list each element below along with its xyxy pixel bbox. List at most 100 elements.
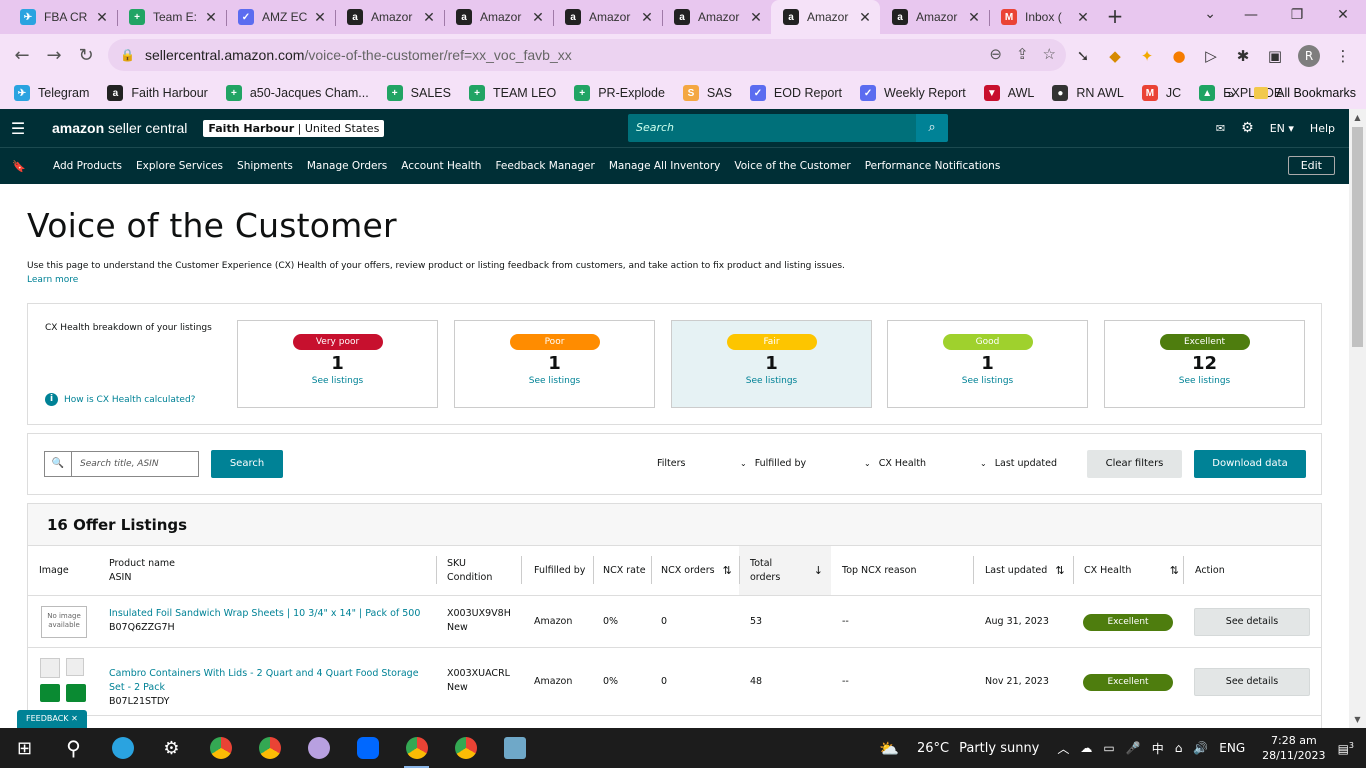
share-icon[interactable]: ⇪	[1016, 45, 1029, 63]
sort-icon[interactable]: ⇅	[1055, 564, 1064, 577]
settings-gear-icon[interactable]: ⚙	[1241, 120, 1254, 136]
settings-icon[interactable]: ⚙	[147, 728, 196, 768]
notifications-icon[interactable]: ▤3	[1338, 741, 1354, 756]
cx-card[interactable]: Poor 1 See listings	[454, 320, 655, 408]
restore-button[interactable]: ❐	[1274, 0, 1320, 30]
all-bookmarks[interactable]: All Bookmarks	[1276, 86, 1356, 100]
edit-button[interactable]: Edit	[1287, 156, 1335, 175]
close-tab-icon[interactable]: ✕	[95, 9, 109, 26]
close-tab-icon[interactable]: ✕	[967, 9, 981, 26]
nav-link[interactable]: Shipments	[237, 160, 293, 172]
nav-link[interactable]: Performance Notifications	[865, 160, 1001, 172]
close-tab-icon[interactable]: ✕	[422, 9, 436, 26]
chrome-menu-icon[interactable]: ⋮	[1334, 47, 1352, 65]
lock-icon[interactable]: 🔒	[120, 48, 135, 62]
product-image[interactable]	[40, 658, 88, 704]
nav-link[interactable]: Feedback Manager	[495, 160, 594, 172]
tab-search-icon[interactable]: ⌄	[1204, 6, 1216, 22]
browser-tab[interactable]: a Amazor ✕	[880, 0, 989, 34]
ime-icon[interactable]: 中	[1152, 740, 1164, 757]
bookmark-item[interactable]: ● RN AWL	[1052, 85, 1124, 101]
chrome-icon[interactable]	[245, 728, 294, 768]
volume-icon[interactable]: 🔊	[1193, 741, 1208, 755]
extensions-puzzle-icon[interactable]: ✱	[1234, 47, 1252, 65]
language-selector[interactable]: EN ▾	[1270, 122, 1294, 135]
bookmark-item[interactable]: + PR-Explode	[574, 85, 665, 101]
close-tab-icon[interactable]: ✕	[531, 9, 545, 26]
cx-card[interactable]: Good 1 See listings	[887, 320, 1088, 408]
weather-temp[interactable]: 26°C	[917, 741, 949, 756]
extension-boost-icon[interactable]: ✦	[1138, 47, 1156, 65]
search-icon[interactable]: ⚲	[49, 728, 98, 768]
product-name-link[interactable]: Insulated Foil Sandwich Wrap Sheets | 10…	[109, 607, 429, 621]
meet-icon[interactable]: ▭	[1103, 741, 1114, 755]
close-tab-icon[interactable]: ✕	[640, 9, 654, 26]
more-bookmarks-icon[interactable]: »	[1227, 86, 1234, 101]
close-tab-icon[interactable]: ✕	[749, 9, 763, 26]
see-details-button[interactable]: See details	[1194, 608, 1310, 636]
sort-descending-icon[interactable]: ↓	[814, 564, 823, 577]
see-details-button[interactable]: See details	[1194, 668, 1310, 696]
new-tab-button[interactable]: +	[1098, 0, 1132, 34]
star-icon[interactable]: ☆	[1043, 45, 1056, 63]
browser-tab[interactable]: a Amazor ✕	[335, 0, 444, 34]
close-icon[interactable]: ✕	[71, 714, 78, 723]
sort-icon[interactable]: ⇅	[1170, 564, 1179, 577]
browser-tab[interactable]: a Amazor ✕	[553, 0, 662, 34]
bookmark-item[interactable]: a Faith Harbour	[107, 85, 208, 101]
network-icon[interactable]: ⌂	[1175, 741, 1183, 755]
bookmark-item[interactable]: ✓ Weekly Report	[860, 85, 966, 101]
see-listings-link[interactable]: See listings	[238, 376, 437, 386]
bookmark-icon[interactable]: 🔖	[0, 160, 38, 173]
back-icon[interactable]: ←	[6, 45, 38, 66]
nav-link[interactable]: Manage All Inventory	[609, 160, 721, 172]
menu-icon[interactable]: ☰	[0, 119, 36, 138]
browser-tab[interactable]: M Inbox (✕	[989, 0, 1098, 34]
clear-filters-button[interactable]: Clear filters	[1087, 450, 1182, 478]
cloud-icon[interactable]: ☁	[1080, 741, 1092, 755]
see-listings-link[interactable]: See listings	[455, 376, 654, 386]
close-tab-icon[interactable]: ✕	[313, 9, 327, 26]
mic-icon[interactable]: 🎤	[1126, 741, 1141, 755]
extension-arrow-icon[interactable]: ➘	[1074, 47, 1092, 65]
chrome-active-icon[interactable]	[392, 728, 441, 768]
close-window-button[interactable]: ✕	[1320, 0, 1366, 30]
learn-more-link[interactable]: Learn more	[27, 275, 78, 285]
cx-card[interactable]: Fair 1 See listings	[671, 320, 872, 408]
reload-icon[interactable]: ↻	[70, 45, 102, 66]
nav-link[interactable]: Account Health	[401, 160, 481, 172]
zalo-icon[interactable]	[343, 728, 392, 768]
clock[interactable]: 7:28 am 28/11/2023	[1262, 733, 1325, 763]
product-name-link[interactable]: Cambro Containers With Lids - 2 Quart an…	[109, 667, 429, 695]
zoom-icon[interactable]: ⊖	[989, 45, 1002, 63]
chrome-profile-icon[interactable]	[196, 728, 245, 768]
feedback-tab[interactable]: FEEDBACK ✕	[17, 710, 87, 728]
profile-avatar[interactable]: R	[1298, 44, 1320, 67]
cx-health-dropdown[interactable]: ⌄ CX Health	[864, 458, 926, 469]
extension-cursor-icon[interactable]: ▷	[1202, 47, 1220, 65]
page-scrollbar[interactable]: ▲ ▼	[1349, 109, 1366, 728]
col-last-updated[interactable]: Last updated ⇅	[973, 546, 1073, 595]
extension-helium-icon[interactable]: ◆	[1106, 47, 1124, 65]
col-cx-health[interactable]: CX Health ⇅	[1073, 546, 1183, 595]
bookmark-item[interactable]: ✈ Telegram	[14, 85, 89, 101]
nav-link[interactable]: Add Products	[53, 160, 122, 172]
chrome-alt-icon[interactable]	[441, 728, 490, 768]
paint-icon[interactable]	[294, 728, 343, 768]
browser-tab[interactable]: a Amazor ✕	[771, 0, 880, 34]
minimize-button[interactable]: —	[1228, 0, 1274, 30]
bookmark-item[interactable]: ✓ EOD Report	[749, 85, 842, 101]
sort-icon[interactable]: ⇅	[723, 564, 732, 577]
browser-tab[interactable]: a Amazor ✕	[662, 0, 771, 34]
side-panel-icon[interactable]: ▣	[1266, 47, 1284, 65]
forward-icon[interactable]: →	[38, 45, 70, 66]
scroll-thumb[interactable]	[1352, 127, 1363, 347]
app-icon[interactable]	[490, 728, 539, 768]
cx-calc-link[interactable]: i How is CX Health calculated?	[45, 393, 195, 406]
nav-link[interactable]: Explore Services	[136, 160, 223, 172]
nav-link[interactable]: Voice of the Customer	[734, 160, 850, 172]
bookmark-item[interactable]: + SALES	[386, 85, 451, 101]
close-tab-icon[interactable]: ✕	[204, 9, 218, 26]
bookmark-item[interactable]: ▼ AWL	[983, 85, 1034, 101]
weather-text[interactable]: Partly sunny	[959, 741, 1039, 756]
